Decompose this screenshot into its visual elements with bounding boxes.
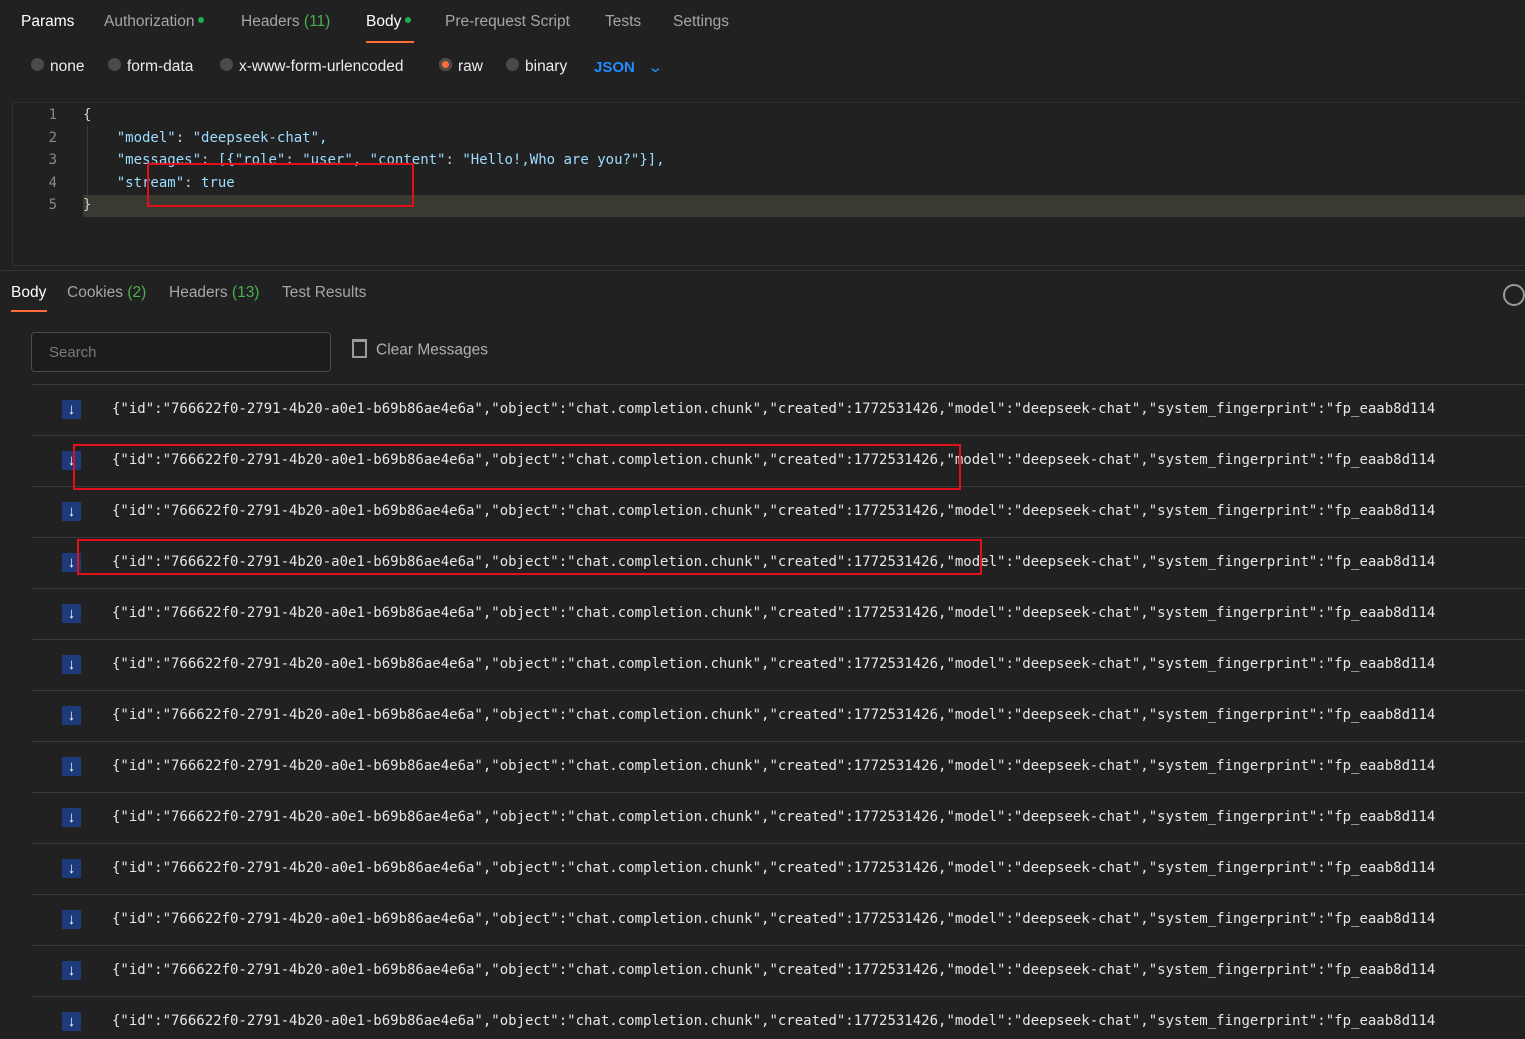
line-number: 1	[48, 107, 57, 123]
message-text: {"id":"766622f0-2791-4b20-a0e1-b69b86ae4…	[112, 503, 1436, 519]
highlight-box	[77, 539, 982, 575]
list-item[interactable]: ↓ {"id":"766622f0-2791-4b20-a0e1-b69b86ae…	[31, 486, 1525, 537]
tab-pre-request-script[interactable]: Pre-request Script	[445, 13, 570, 31]
chevron-down-icon: ⌄	[646, 59, 664, 76]
tab-authorization[interactable]: Authorization	[104, 13, 205, 31]
tab-params[interactable]: Params	[21, 13, 74, 31]
arrow-down-icon: ↓	[62, 655, 81, 674]
radio-form-data[interactable]: form-data	[108, 58, 193, 76]
radio-circle-icon	[108, 58, 121, 72]
list-item[interactable]: ↓ {"id":"766622f0-2791-4b20-a0e1-b69b86ae…	[31, 384, 1525, 435]
active-tab-underline	[366, 41, 414, 43]
arrow-down-icon: ↓	[62, 910, 81, 929]
highlight-box	[73, 444, 961, 490]
line-number: 5	[48, 197, 57, 213]
line-number: 4	[48, 175, 57, 191]
message-text: {"id":"766622f0-2791-4b20-a0e1-b69b86ae4…	[112, 1013, 1436, 1029]
code-line: "model": "deepseek-chat",	[116, 130, 328, 146]
arrow-down-icon: ↓	[62, 1012, 81, 1031]
list-item[interactable]: ↓ {"id":"766622f0-2791-4b20-a0e1-b69b86ae…	[31, 588, 1525, 639]
message-text: {"id":"766622f0-2791-4b20-a0e1-b69b86ae4…	[112, 707, 1436, 723]
list-item[interactable]: ↓ {"id":"766622f0-2791-4b20-a0e1-b69b86ae…	[31, 843, 1525, 894]
arrow-down-icon: ↓	[62, 706, 81, 725]
status-dot-icon	[405, 16, 412, 23]
active-tab-underline	[11, 310, 47, 312]
response-tabs: Body Cookies (2) Headers (13) Test Resul…	[0, 270, 1525, 317]
body-type-radios: none form-data x-www-form-urlencoded raw…	[0, 58, 1525, 80]
message-text: {"id":"766622f0-2791-4b20-a0e1-b69b86ae4…	[112, 401, 1436, 417]
code-line: }	[83, 197, 92, 213]
message-text: {"id":"766622f0-2791-4b20-a0e1-b69b86ae4…	[112, 860, 1436, 876]
list-item[interactable]: ↓ {"id":"766622f0-2791-4b20-a0e1-b69b86ae…	[31, 996, 1525, 1037]
radio-circle-icon	[506, 58, 519, 72]
search-field[interactable]	[31, 332, 331, 372]
arrow-down-icon: ↓	[62, 859, 81, 878]
radio-raw[interactable]: raw	[439, 58, 483, 76]
line-number: 3	[48, 152, 57, 168]
arrow-down-icon: ↓	[62, 757, 81, 776]
arrow-down-icon: ↓	[62, 961, 81, 980]
tab-response-body[interactable]: Body	[11, 284, 46, 302]
arrow-down-icon: ↓	[62, 808, 81, 827]
radio-circle-icon	[31, 58, 44, 72]
message-text: {"id":"766622f0-2791-4b20-a0e1-b69b86ae4…	[112, 911, 1436, 927]
status-dot-icon	[198, 16, 205, 23]
message-text: {"id":"766622f0-2791-4b20-a0e1-b69b86ae4…	[112, 605, 1436, 621]
message-text: {"id":"766622f0-2791-4b20-a0e1-b69b86ae4…	[112, 758, 1436, 774]
format-select[interactable]: JSON ⌄	[594, 58, 664, 76]
tab-test-results[interactable]: Test Results	[282, 284, 366, 302]
message-text: {"id":"766622f0-2791-4b20-a0e1-b69b86ae4…	[112, 962, 1436, 978]
list-item[interactable]: ↓ {"id":"766622f0-2791-4b20-a0e1-b69b86ae…	[31, 741, 1525, 792]
radio-selected-icon	[439, 58, 452, 72]
radio-none[interactable]: none	[31, 58, 84, 76]
request-tabs: Params Authorization Headers (11) Body P…	[0, 0, 1525, 46]
arrow-down-icon: ↓	[62, 604, 81, 623]
arrow-down-icon: ↓	[62, 502, 81, 521]
highlight-box	[147, 163, 414, 207]
list-item[interactable]: ↓ {"id":"766622f0-2791-4b20-a0e1-b69b86ae…	[31, 690, 1525, 741]
message-text: {"id":"766622f0-2791-4b20-a0e1-b69b86ae4…	[112, 656, 1436, 672]
code-line: {	[83, 107, 92, 123]
list-item[interactable]: ↓ {"id":"766622f0-2791-4b20-a0e1-b69b86ae…	[31, 792, 1525, 843]
tab-body[interactable]: Body	[366, 13, 412, 31]
message-text: {"id":"766622f0-2791-4b20-a0e1-b69b86ae4…	[112, 809, 1436, 825]
globe-icon[interactable]	[1503, 284, 1525, 306]
tab-response-headers[interactable]: Headers (13)	[169, 284, 259, 302]
radio-x-www-form-urlencoded[interactable]: x-www-form-urlencoded	[220, 58, 404, 76]
trash-icon	[352, 339, 367, 358]
list-item[interactable]: ↓ {"id":"766622f0-2791-4b20-a0e1-b69b86ae…	[31, 945, 1525, 996]
line-number: 2	[48, 130, 57, 146]
list-item[interactable]: ↓ {"id":"766622f0-2791-4b20-a0e1-b69b86ae…	[31, 639, 1525, 690]
search-input[interactable]	[47, 343, 321, 362]
radio-circle-icon	[220, 58, 233, 72]
tab-cookies[interactable]: Cookies (2)	[67, 284, 146, 302]
list-item[interactable]: ↓ {"id":"766622f0-2791-4b20-a0e1-b69b86ae…	[31, 894, 1525, 945]
tab-tests[interactable]: Tests	[605, 13, 641, 31]
clear-messages-button[interactable]: Clear Messages	[352, 339, 488, 360]
tab-headers[interactable]: Headers (11)	[241, 13, 330, 31]
radio-binary[interactable]: binary	[506, 58, 567, 76]
tab-settings[interactable]: Settings	[673, 13, 729, 31]
arrow-down-icon: ↓	[62, 400, 81, 419]
